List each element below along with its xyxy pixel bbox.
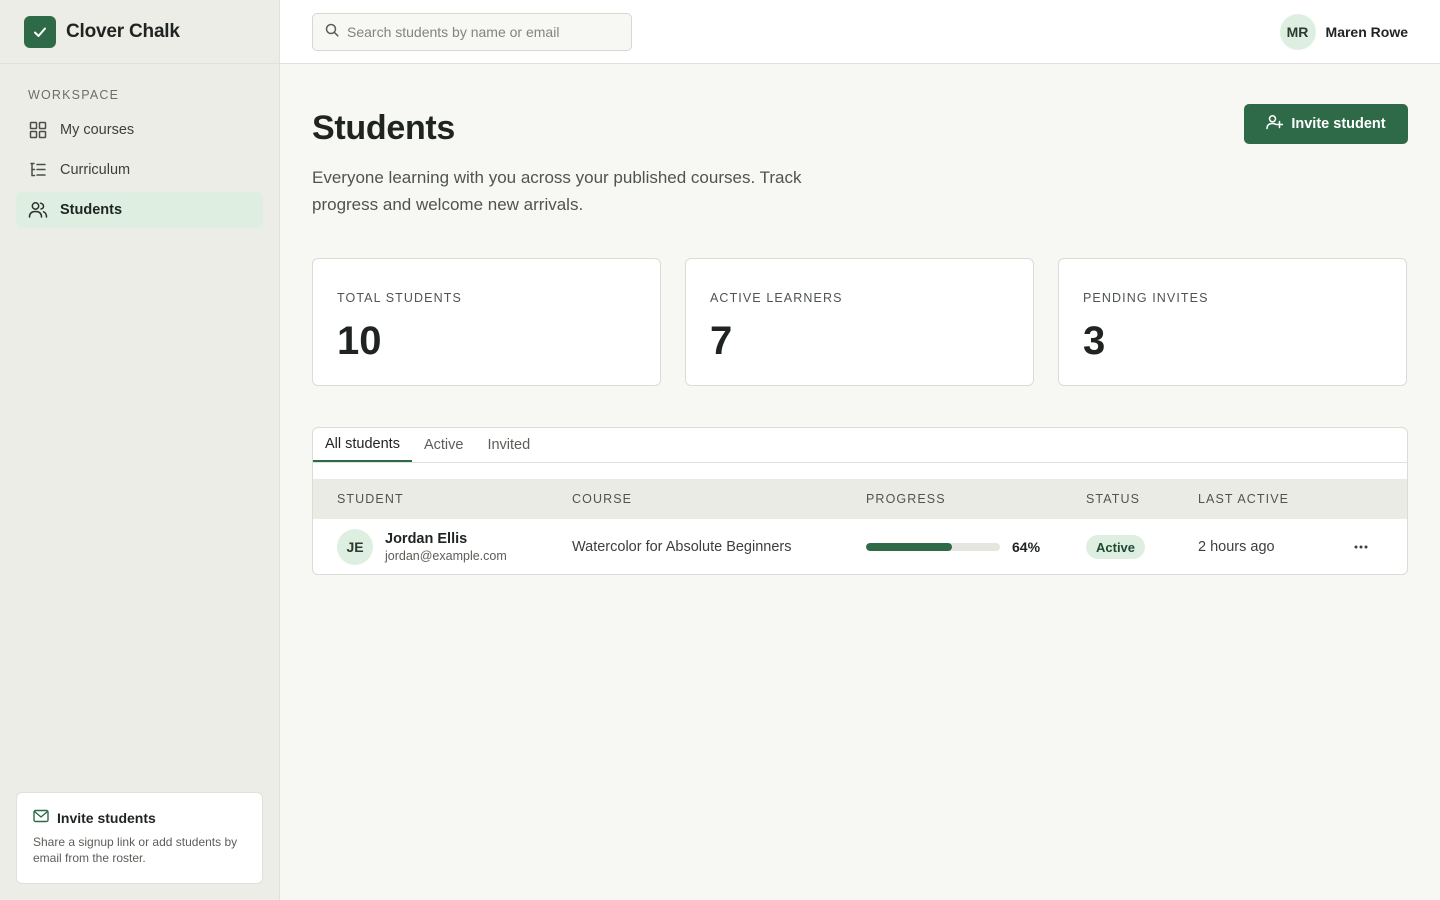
students-table-card: All students Active Invited STUDENT COUR… [312,427,1408,575]
stat-value: 10 [337,319,382,363]
stat-value: 7 [710,319,733,363]
progress-cell: 64% [866,519,1041,574]
progress-fill [866,543,952,551]
stat-card-pending-invites: PENDING INVITES 3 [1058,258,1407,386]
column-header-last-active[interactable]: LAST ACTIVE [1198,492,1289,506]
last-active: 2 hours ago [1198,539,1275,555]
list-icon [28,160,48,180]
stat-label: PENDING INVITES [1083,291,1209,305]
brand[interactable]: Clover Chalk [0,0,279,64]
sidebar-item-curriculum[interactable]: Curriculum [16,152,263,188]
tab-invited[interactable]: Invited [475,428,542,462]
stat-label: ACTIVE LEARNERS [710,291,843,305]
invite-students-card[interactable]: Invite students Share a signup link or a… [16,792,263,884]
progress-label: 64% [1012,539,1041,555]
stat-label: TOTAL STUDENTS [337,291,462,305]
sidebar-item-my-courses[interactable]: My courses [16,112,263,148]
stat-value: 3 [1083,319,1106,363]
user-plus-icon [1266,114,1284,134]
sidebar-item-label: Students [60,202,123,218]
last-active-cell: 2 hours ago [1198,519,1275,574]
tab-all-students[interactable]: All students [313,428,412,462]
column-header-course[interactable]: COURSE [572,492,632,506]
brand-name: Clover Chalk [66,20,180,42]
topbar: MR Maren Rowe [280,0,1440,64]
grid-icon [28,120,48,140]
mail-icon [33,809,49,826]
tab-active[interactable]: Active [412,428,476,462]
course-cell: Watercolor for Absolute Beginners [572,519,792,574]
student-cell: JE Jordan Ellis jordan@example.com [337,519,507,574]
invite-student-button[interactable]: Invite student [1244,104,1408,144]
course-name: Watercolor for Absolute Beginners [572,539,792,555]
avatar: MR [1279,14,1316,50]
stat-card-active-learners: ACTIVE LEARNERS 7 [685,258,1034,386]
table-row[interactable]: JE Jordan Ellis jordan@example.com Water… [313,519,1407,574]
search-box[interactable] [312,13,632,51]
student-email: jordan@example.com [385,549,507,563]
sidebar-item-label: Curriculum [60,162,131,178]
more-options-icon[interactable] [1347,533,1375,561]
stats-row: TOTAL STUDENTS 10 ACTIVE LEARNERS 7 PEND… [312,258,1408,386]
nav-heading: WORKSPACE [28,88,120,102]
column-header-status[interactable]: STATUS [1086,492,1140,506]
search-input[interactable] [347,24,617,40]
sidebar-nav: WORKSPACE My courses Curriculum Students [0,64,279,228]
sidebar-item-label: My courses [60,122,135,138]
search-icon [325,23,339,42]
column-header-student[interactable]: STUDENT [337,492,404,506]
users-icon [28,200,48,220]
check-icon [24,15,56,48]
progress-bar [866,543,1000,551]
student-name[interactable]: Jordan Ellis [385,531,507,547]
column-header-progress[interactable]: PROGRESS [866,492,946,506]
sidebar-item-students[interactable]: Students [16,192,263,228]
stat-card-total-students: TOTAL STUDENTS 10 [312,258,661,386]
invite-card-text: Share a signup link or add students by e… [33,835,238,865]
sidebar: Clover Chalk WORKSPACE My courses Curric… [0,0,280,900]
user-menu[interactable]: MR Maren Rowe [1279,14,1408,50]
page-title: Students [312,109,456,147]
user-name: Maren Rowe [1325,24,1408,40]
page-description: Everyone learning with you across your p… [312,168,802,214]
avatar: JE [337,529,373,565]
table-header: STUDENT COURSE PROGRESS STATUS LAST ACTI… [313,479,1407,519]
status-cell: Active [1086,519,1146,574]
invite-card-title: Invite students [57,809,156,826]
status-badge: Active [1086,535,1146,559]
invite-student-label: Invite student [1291,116,1386,132]
tab-bar: All students Active Invited [313,428,1407,463]
actions-cell [1347,519,1375,574]
